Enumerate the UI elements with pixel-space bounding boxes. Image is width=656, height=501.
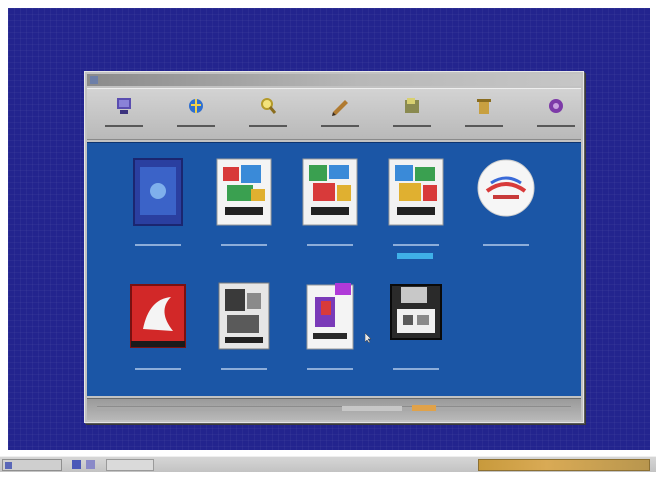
start-button[interactable] xyxy=(2,459,62,471)
scroll-track[interactable] xyxy=(97,406,571,411)
globe-icon xyxy=(189,99,203,113)
item-caption-2 xyxy=(203,239,285,261)
item-caption-8 xyxy=(289,363,371,385)
window-icon xyxy=(90,76,98,84)
toolbar-button-2[interactable] xyxy=(167,94,225,138)
trash-icon xyxy=(477,99,491,114)
toolbar-button-3[interactable] xyxy=(239,94,297,138)
windows-logo-icon xyxy=(5,462,12,469)
computer-icon xyxy=(117,98,131,114)
desktop-item-9[interactable] xyxy=(375,279,457,389)
scroll-thumb[interactable] xyxy=(342,406,402,411)
window-titlebar[interactable] xyxy=(87,74,581,86)
toolbar-label-3 xyxy=(243,121,293,131)
pencil-icon xyxy=(332,100,348,116)
item-caption-9 xyxy=(375,363,457,385)
colorful-package-icon xyxy=(388,158,444,226)
horizontal-scrollbar[interactable] xyxy=(87,398,581,420)
desktop-item-1[interactable] xyxy=(117,155,199,265)
desktop-item-8[interactable] xyxy=(289,279,371,389)
explorer-window xyxy=(84,71,584,423)
desktop-item-7[interactable] xyxy=(203,279,285,389)
search-icon xyxy=(261,98,277,114)
quick-launch-icon[interactable] xyxy=(72,460,81,469)
toolbar-label-5 xyxy=(387,121,437,131)
highlight-tag xyxy=(397,253,433,259)
item-caption-1 xyxy=(117,239,199,261)
toolbar-button-1[interactable] xyxy=(95,94,153,138)
desktop xyxy=(8,8,650,450)
desktop-item-2[interactable] xyxy=(203,155,285,265)
document-package-icon xyxy=(306,283,354,350)
toolbar-label-6 xyxy=(459,121,509,131)
desktop-item-5[interactable] xyxy=(465,155,547,265)
colorful-package-icon xyxy=(216,158,272,226)
item-caption-5 xyxy=(465,239,547,261)
desktop-item-3[interactable] xyxy=(289,155,371,265)
gray-package-icon xyxy=(218,282,270,350)
mouse-cursor-icon xyxy=(365,333,372,343)
scroll-highlight xyxy=(412,405,436,411)
red-app-icon xyxy=(130,284,186,348)
toolbar-label-7 xyxy=(531,121,581,131)
floppy-disk-icon xyxy=(390,284,442,340)
toolbar-button-4[interactable] xyxy=(311,94,369,138)
settings-icon xyxy=(549,99,563,113)
desktop-item-4[interactable] xyxy=(375,155,457,265)
icon-view xyxy=(87,142,581,396)
folder-icon xyxy=(405,98,419,113)
taskbar-window-button[interactable] xyxy=(106,459,154,471)
quick-launch-icon[interactable] xyxy=(86,460,95,469)
item-caption-6 xyxy=(117,363,199,385)
item-caption-7 xyxy=(203,363,285,385)
toolbar-label-1 xyxy=(99,121,149,131)
toolbar xyxy=(87,88,581,140)
taskbar xyxy=(0,456,656,472)
item-caption-3 xyxy=(289,239,371,261)
toolbar-button-7[interactable] xyxy=(527,94,585,138)
toolbar-label-2 xyxy=(171,121,221,131)
round-badge-icon xyxy=(477,159,535,217)
toolbar-button-6[interactable] xyxy=(455,94,513,138)
colorful-package-icon xyxy=(302,158,358,226)
system-tray[interactable] xyxy=(478,459,650,471)
toolbar-button-5[interactable] xyxy=(383,94,441,138)
taskbar-area xyxy=(0,456,656,501)
desktop-item-6[interactable] xyxy=(117,279,199,389)
blue-document-icon xyxy=(133,158,183,226)
toolbar-label-4 xyxy=(315,121,365,131)
